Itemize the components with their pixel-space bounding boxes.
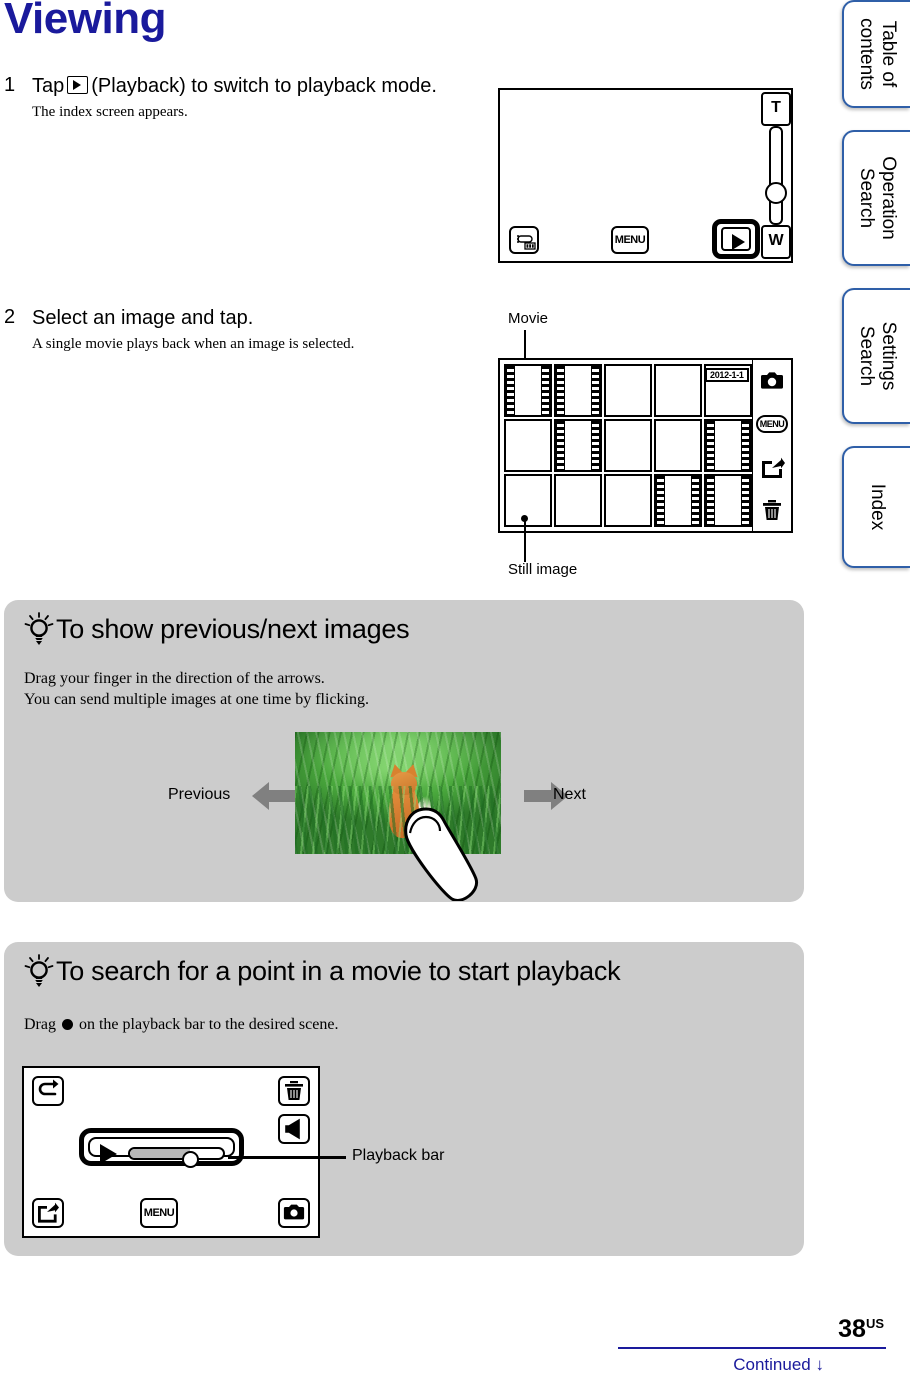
step-1-heading: Tap (Playback) to switch to playback mode… (32, 74, 504, 99)
callout-line-still (524, 518, 526, 562)
thumbnail-movie-r1c1[interactable] (504, 364, 552, 417)
playback-icon (721, 227, 751, 251)
page-number: 38US (838, 1315, 884, 1344)
finger-pointer-icon (404, 807, 479, 901)
step-2-number: 2 (4, 306, 16, 328)
date-stamp: 2012-1-1 (705, 368, 749, 382)
menu-icon[interactable]: MENU (756, 415, 788, 433)
playback-bar[interactable] (79, 1128, 244, 1168)
thumbnail-still-r3c3[interactable] (604, 474, 652, 527)
tip-2-body-after: on the playback bar to the desired scene… (78, 1016, 339, 1033)
camera-icon[interactable] (278, 1198, 310, 1228)
sidebar-item-label: Index (867, 483, 888, 531)
tip-1-body: Drag your finger in the direction of the… (24, 668, 369, 710)
step-2-subtext: A single movie plays back when an image … (32, 336, 355, 352)
zoom-knob[interactable] (765, 182, 787, 204)
sidebar-item-settings-search[interactable]: Settings Search (842, 288, 910, 424)
thumbnail-still-r2c3[interactable] (604, 419, 652, 472)
thumbnail-still-r1c3[interactable] (604, 364, 652, 417)
page-region: US (865, 1316, 884, 1331)
step-1-text-after: (Playback) to switch to playback mode. (91, 75, 437, 97)
thumbnail-still-r2c1[interactable] (504, 419, 552, 472)
zoom-tele-button[interactable]: T (761, 92, 791, 126)
thumbnail-movie-r3c5[interactable] (704, 474, 752, 527)
footer-divider (618, 1347, 886, 1349)
callout-line-playback-bar (228, 1156, 346, 1159)
playback-bar-inner (88, 1137, 235, 1168)
sidebar-item-operation-search[interactable]: Operation Search (842, 130, 910, 266)
thumbnail-movie-r3c4[interactable] (654, 474, 702, 527)
thumbnail-movie-r2c5[interactable] (704, 419, 752, 472)
thumbnail-movie-r2c2[interactable] (554, 419, 602, 472)
recording-screen-illustration: MENU T W (498, 88, 793, 263)
trash-icon[interactable] (278, 1076, 310, 1106)
volume-icon[interactable] (278, 1114, 310, 1144)
lightbulb-icon (24, 612, 54, 645)
zoom-track[interactable] (769, 126, 783, 225)
sidebar-item-label: Operation Search (856, 156, 899, 240)
step-2: 2 Select an image and tap. A single movi… (4, 306, 504, 354)
thumbnail-still-r1c4[interactable] (654, 364, 702, 417)
thumbnail-grid (504, 364, 752, 527)
camera-battery-icon (509, 226, 539, 254)
zoom-wide-button[interactable]: W (761, 225, 791, 259)
step-2-heading: Select an image and tap. (32, 307, 254, 329)
tip-1-body-line1: Drag your finger in the direction of the… (24, 670, 325, 687)
continued-arrow-icon: ↓ (815, 1355, 825, 1374)
thumbnail-still-r2c4[interactable] (654, 419, 702, 472)
playback-track[interactable] (128, 1147, 225, 1168)
playback-track-fill (130, 1149, 190, 1158)
thumbnail-still-r3c2[interactable] (554, 474, 602, 527)
step-1: 1 Tap (Playback) to switch to playback mo… (4, 74, 504, 122)
sidebar-item-table-of-contents[interactable]: Table of contents (842, 0, 910, 108)
continued-text: Continued (733, 1355, 811, 1374)
playback-icon (67, 76, 89, 94)
callout-label-movie: Movie (508, 310, 549, 327)
thumbnail-movie-r1c2[interactable] (554, 364, 602, 417)
thumbnail-still-r3c1[interactable] (504, 474, 552, 527)
lightbulb-icon (24, 954, 54, 987)
sidebar-item-label: Table of contents (856, 18, 899, 90)
zoom-slider-column[interactable]: T W (759, 90, 791, 261)
tip-2-body: Drag on the playback bar to the desired … (24, 1014, 338, 1035)
trash-icon[interactable] (759, 499, 785, 521)
page-number-value: 38 (838, 1315, 866, 1343)
menu-button[interactable]: MENU (140, 1198, 178, 1228)
page-title: Viewing (4, 0, 166, 43)
callout-label-playback-bar: Playback bar (352, 1147, 445, 1164)
callout-label-still: Still image (508, 561, 578, 578)
index-side-toolbar: MENU (752, 360, 791, 531)
playback-button-highlight[interactable] (712, 219, 760, 259)
label-previous: Previous (168, 786, 231, 803)
step-1-text-before: Tap (32, 75, 65, 97)
share-icon[interactable] (32, 1198, 64, 1228)
speaker-glyph (285, 1118, 300, 1140)
playback-screen-illustration: MENU (22, 1066, 320, 1238)
camera-icon[interactable] (759, 370, 785, 392)
arrow-left-icon (252, 782, 296, 810)
tip-1-heading: To show previous/next images (56, 614, 410, 644)
label-next: Next (553, 786, 586, 803)
sidebar-item-index[interactable]: Index (842, 446, 910, 568)
tip-2-heading: To search for a point in a movie to star… (56, 956, 621, 986)
share-icon[interactable] (759, 457, 785, 479)
tip-1-body-line2: You can send multiple images at one time… (24, 691, 369, 708)
step-1-number: 1 (4, 74, 16, 96)
camera-glyph (283, 1204, 305, 1220)
camera-battery-glyph (517, 235, 536, 250)
share-glyph (38, 1202, 59, 1223)
playback-knob[interactable] (182, 1151, 200, 1168)
slider-dot-icon (61, 1019, 73, 1030)
index-screen-illustration: 2012-1-1 MENU (498, 358, 793, 533)
trash-glyph (285, 1081, 303, 1100)
tip-2-body-before: Drag (24, 1016, 56, 1033)
menu-button[interactable]: MENU (611, 226, 649, 254)
callout-dot-still (521, 515, 528, 522)
play-icon[interactable] (100, 1144, 117, 1164)
back-icon[interactable] (32, 1076, 64, 1106)
step-1-subtext: The index screen appears. (32, 104, 188, 120)
sidebar-item-label: Settings Search (856, 321, 899, 391)
continued-label: Continued ↓ (733, 1355, 824, 1375)
back-arrow-glyph (38, 1079, 59, 1096)
